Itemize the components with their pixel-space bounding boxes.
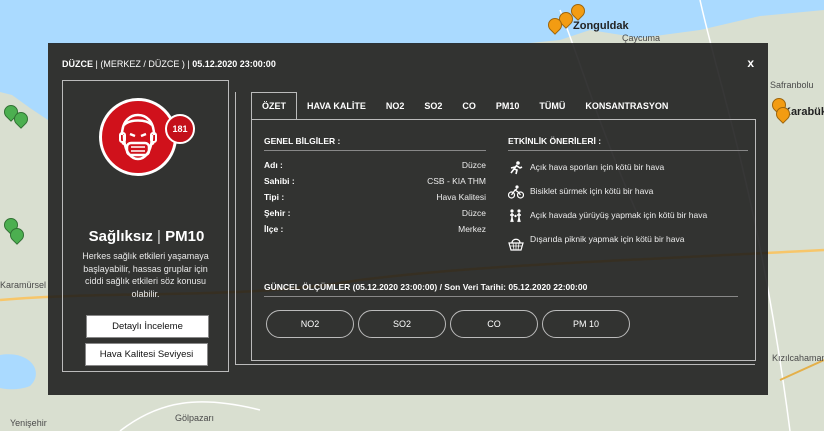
info-key: Adı : xyxy=(264,160,283,170)
tab-no2[interactable]: NO2 xyxy=(376,92,415,119)
info-row-district: İlçe : Merkez xyxy=(264,224,486,236)
divider xyxy=(264,296,738,297)
modal-header: DÜZCE | (MERKEZ / DÜZCE ) | 05.12.2020 2… xyxy=(62,59,276,69)
activity-text: Açık havada yürüyüş yapmak için kötü bir… xyxy=(530,210,708,220)
header-datetime: 05.12.2020 23:00:00 xyxy=(192,59,276,69)
map-place-label: Yenişehir xyxy=(10,418,47,428)
tab-concentration[interactable]: KONSANTRASYON xyxy=(575,92,678,119)
tab-pm10[interactable]: PM10 xyxy=(486,92,530,119)
tab-co[interactable]: CO xyxy=(452,92,486,119)
general-info-title: GENEL BİLGİLER : xyxy=(264,136,341,146)
info-key: İlçe : xyxy=(264,224,284,234)
status-description: Herkes sağlık etkileri yaşamaya başlayab… xyxy=(82,251,209,299)
info-key: Tipi : xyxy=(264,192,285,202)
measurement-pill-no2[interactable]: NO2 xyxy=(266,310,354,338)
activity-text: Açık hava sporları için kötü bir hava xyxy=(530,162,665,172)
aqi-value-badge: 181 xyxy=(165,114,195,144)
measurement-pill-co[interactable]: CO xyxy=(450,310,538,338)
map-place-label: Safranbolu xyxy=(770,80,814,90)
info-value: CSB - KIA THM xyxy=(427,176,486,186)
activities-title: ETKİNLİK ÖNERİLERİ : xyxy=(508,136,602,146)
info-key: Şehir : xyxy=(264,208,291,218)
running-icon xyxy=(510,161,523,175)
tab-bar: ÖZET HAVA KALİTE NO2 SO2 CO PM10 TÜMÜ KO… xyxy=(251,92,678,119)
info-value: Düzce xyxy=(461,208,486,218)
divider xyxy=(508,150,748,151)
picnic-basket-icon xyxy=(508,238,524,251)
station-detail-modal: DÜZCE | (MERKEZ / DÜZCE ) | 05.12.2020 2… xyxy=(48,43,768,395)
status-level: Sağlıksız xyxy=(88,228,153,245)
info-row-city: Şehir : Düzce xyxy=(264,208,486,220)
activity-text: Dışarıda piknik yapmak için kötü bir hav… xyxy=(530,234,685,244)
map-place-label: Karamürsel xyxy=(0,280,47,290)
tab-summary[interactable]: ÖZET xyxy=(251,92,297,119)
activity-text: Bisiklet sürmek için kötü bir hava xyxy=(530,186,654,196)
measurements-title: GÜNCEL ÖLÇÜMLER (05.12.2020 23:00:00) / … xyxy=(264,282,588,292)
map-place-label: Çaycuma xyxy=(622,33,661,43)
tab-air-quality[interactable]: HAVA KALİTE xyxy=(297,92,376,119)
detail-panel: ÖZET HAVA KALİTE NO2 SO2 CO PM10 TÜMÜ KO… xyxy=(235,92,756,365)
walking-family-icon xyxy=(510,209,521,223)
tab-all[interactable]: TÜMÜ xyxy=(529,92,575,119)
close-button[interactable]: x xyxy=(747,56,754,70)
summary-content: GENEL BİLGİLER : Adı : Düzce Sahibi : CS… xyxy=(251,119,756,361)
info-value: Merkez xyxy=(458,224,486,234)
sick-face-icon xyxy=(99,98,177,176)
header-separator: | xyxy=(187,59,190,69)
status-title: Sağlıksız | PM10 xyxy=(63,228,230,245)
status-pollutant: PM10 xyxy=(165,228,205,245)
info-row-owner: Sahibi : CSB - KIA THM xyxy=(264,176,486,188)
map-place-label: Gölpazarı xyxy=(175,413,215,423)
info-row-name: Adı : Düzce xyxy=(264,160,486,172)
info-row-type: Tipi : Hava Kalitesi xyxy=(264,192,486,204)
header-city: DÜZCE xyxy=(62,59,93,69)
info-value: Düzce xyxy=(461,160,486,170)
map-place-label: Kızılcahamam xyxy=(772,353,824,363)
divider xyxy=(264,150,486,151)
cycling-icon xyxy=(508,185,524,199)
tab-so2[interactable]: SO2 xyxy=(414,92,452,119)
measurement-pill-so2[interactable]: SO2 xyxy=(358,310,446,338)
map-city-label: Zonguldak xyxy=(573,20,629,32)
info-key: Sahibi : xyxy=(264,176,295,186)
air-quality-levels-button[interactable]: Hava Kalitesi Seviyesi xyxy=(85,343,208,366)
detail-inspect-button[interactable]: Detaylı İnceleme xyxy=(86,315,209,338)
status-panel: 181 Sağlıksız | PM10 Herkes sağlık etkil… xyxy=(62,80,229,372)
header-separator: | xyxy=(95,59,98,69)
measurement-pill-pm10[interactable]: PM 10 xyxy=(542,310,630,338)
status-separator: | xyxy=(157,228,161,245)
status-indicator: 181 xyxy=(99,98,195,190)
info-value: Hava Kalitesi xyxy=(436,192,486,202)
header-region: (MERKEZ / DÜZCE ) xyxy=(100,59,185,69)
